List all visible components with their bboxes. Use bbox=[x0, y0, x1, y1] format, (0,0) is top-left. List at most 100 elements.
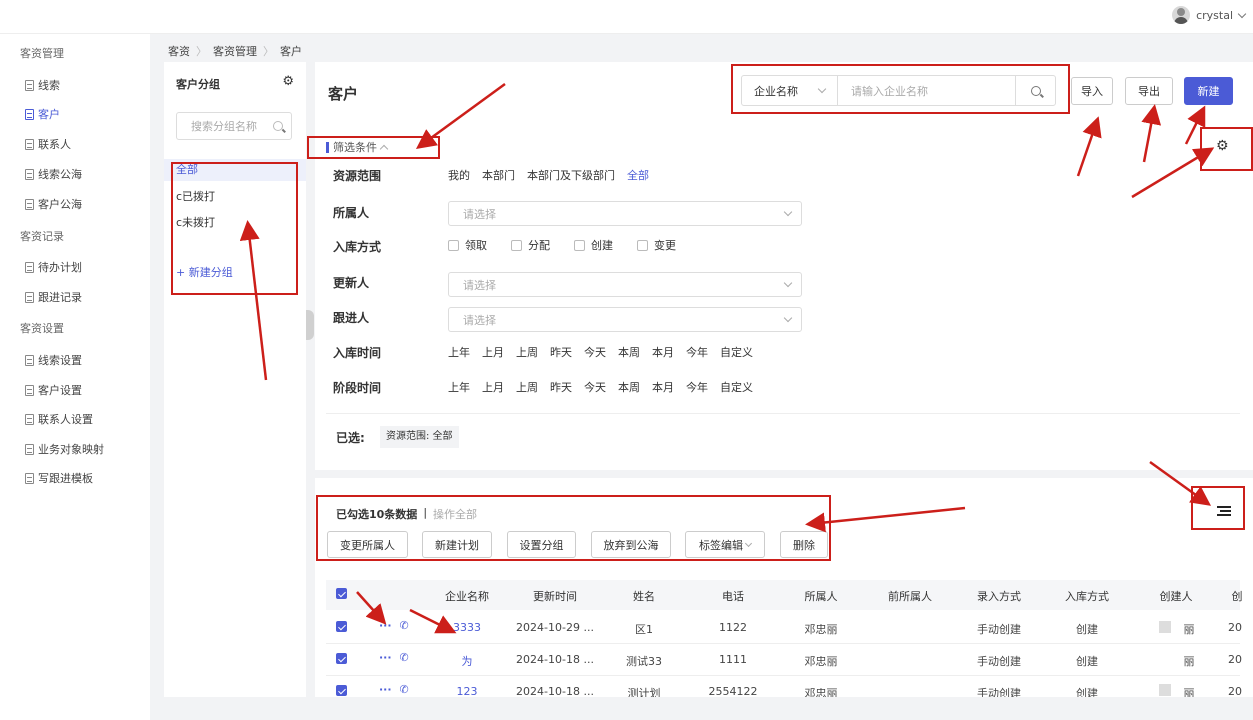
col-name[interactable]: 姓名 bbox=[633, 588, 655, 604]
group-search-input[interactable]: 搜索分组名称 bbox=[176, 112, 292, 140]
select-all-checkbox[interactable] bbox=[336, 588, 347, 599]
new-button[interactable]: 新建 bbox=[1184, 77, 1233, 105]
row-ops: ··· ✆ bbox=[379, 619, 409, 632]
time-option[interactable]: 昨天 bbox=[550, 344, 572, 360]
col-entry-method[interactable]: 入库方式 bbox=[1065, 588, 1109, 604]
row-divider bbox=[326, 675, 1240, 676]
sidebar bbox=[0, 34, 150, 720]
user-menu[interactable]: crystal bbox=[1172, 6, 1247, 24]
chosen-tag[interactable]: 资源范围: 全部 bbox=[380, 426, 459, 448]
row-checkbox[interactable] bbox=[336, 621, 347, 632]
scope-option-mine[interactable]: 我的 bbox=[448, 167, 470, 183]
sidebar-item-todo-plans[interactable]: 待办计划 bbox=[25, 259, 82, 275]
time-option[interactable]: 上月 bbox=[482, 344, 504, 360]
cell-company[interactable]: 为 bbox=[462, 653, 473, 669]
col-created[interactable]: 创 bbox=[1232, 588, 1243, 604]
time-option[interactable]: 上周 bbox=[516, 344, 538, 360]
sidebar-item-follow-template[interactable]: 写跟进模板 bbox=[25, 470, 93, 486]
time-option[interactable]: 本周 bbox=[618, 379, 640, 395]
time-option[interactable]: 本周 bbox=[618, 344, 640, 360]
owner-select[interactable]: 请选择 bbox=[448, 201, 802, 226]
time-option[interactable]: 今年 bbox=[686, 344, 708, 360]
time-option[interactable]: 今天 bbox=[584, 344, 606, 360]
sidebar-item-leads[interactable]: 线索 bbox=[25, 77, 60, 93]
time-option[interactable]: 上年 bbox=[448, 344, 470, 360]
updater-select[interactable]: 请选择 bbox=[448, 272, 802, 297]
time-option[interactable]: 上周 bbox=[516, 379, 538, 395]
time-option[interactable]: 本月 bbox=[652, 379, 674, 395]
group-panel-title: 客户分组 bbox=[176, 78, 220, 91]
time-option[interactable]: 上月 bbox=[482, 379, 504, 395]
filter-label-owner: 所属人 bbox=[333, 206, 370, 220]
checkbox[interactable] bbox=[637, 239, 648, 251]
row-checkbox[interactable] bbox=[336, 685, 347, 696]
breadcrumb-separator: 〉 bbox=[196, 45, 207, 58]
sidebar-item-contacts[interactable]: 联系人 bbox=[25, 136, 71, 152]
sidebar-item-follow-records[interactable]: 跟进记录 bbox=[25, 289, 82, 305]
col-creator[interactable]: 创建人 bbox=[1160, 588, 1193, 604]
scope-option-department[interactable]: 本部门 bbox=[482, 167, 515, 183]
filter-label-follower: 跟进人 bbox=[333, 311, 370, 325]
time-option[interactable]: 昨天 bbox=[550, 379, 572, 395]
export-button[interactable]: 导出 bbox=[1125, 77, 1173, 105]
cell-owner: 邓忠丽 bbox=[804, 623, 838, 636]
sidebar-item-contact-settings[interactable]: 联系人设置 bbox=[25, 411, 93, 427]
time-option[interactable]: 自定义 bbox=[720, 379, 753, 395]
phone-icon[interactable]: ✆ bbox=[400, 619, 409, 632]
more-icon[interactable]: ··· bbox=[379, 619, 392, 632]
checkbox-assign[interactable]: 分配 bbox=[511, 237, 550, 253]
sidebar-item-customers[interactable]: 客户 bbox=[25, 106, 60, 122]
checkbox[interactable] bbox=[511, 239, 522, 251]
sidebar-item-lead-pool[interactable]: 线索公海 bbox=[25, 166, 82, 182]
breadcrumb-item[interactable]: 客资管理 bbox=[213, 43, 257, 59]
row-checkbox[interactable] bbox=[336, 653, 347, 664]
phone-icon[interactable]: ✆ bbox=[400, 651, 409, 664]
scope-option-all[interactable]: 全部 bbox=[627, 167, 649, 183]
checkbox-claim[interactable]: 领取 bbox=[448, 237, 487, 253]
more-icon[interactable]: ··· bbox=[379, 651, 392, 664]
more-icon[interactable]: ··· bbox=[379, 683, 392, 696]
filter-label-entry-time: 入库时间 bbox=[333, 346, 382, 360]
col-phone[interactable]: 电话 bbox=[722, 588, 744, 604]
col-input-method[interactable]: 录入方式 bbox=[977, 588, 1021, 604]
time-option[interactable]: 今年 bbox=[686, 379, 708, 395]
time-option[interactable]: 自定义 bbox=[720, 344, 753, 360]
phone-icon[interactable]: ✆ bbox=[400, 683, 409, 696]
time-option[interactable]: 本月 bbox=[652, 344, 674, 360]
checkbox[interactable] bbox=[448, 239, 459, 251]
time-option[interactable]: 今天 bbox=[584, 379, 606, 395]
checkbox-change[interactable]: 变更 bbox=[637, 237, 676, 253]
checkbox-label: 分配 bbox=[528, 239, 550, 252]
document-icon bbox=[25, 443, 34, 455]
sidebar-item-customer-settings[interactable]: 客户设置 bbox=[25, 382, 82, 398]
cell-name: 区1 bbox=[635, 623, 653, 636]
sidebar-item-customer-pool[interactable]: 客户公海 bbox=[25, 196, 82, 212]
checkbox-label: 变更 bbox=[654, 239, 676, 252]
time-option[interactable]: 上年 bbox=[448, 379, 470, 395]
sidebar-item-lead-settings[interactable]: 线索设置 bbox=[25, 352, 82, 368]
cell-entry-method: 创建 bbox=[1076, 623, 1098, 636]
filter-card bbox=[315, 62, 1253, 470]
sidebar-item-object-mapping[interactable]: 业务对象映射 bbox=[25, 441, 104, 457]
scope-option-department-and-sub[interactable]: 本部门及下级部门 bbox=[527, 167, 615, 183]
sidebar-item-label: 线索公海 bbox=[38, 168, 82, 181]
document-icon bbox=[25, 472, 34, 484]
document-icon bbox=[25, 384, 34, 396]
chevron-down-icon bbox=[783, 278, 793, 288]
col-company[interactable]: 企业名称 bbox=[445, 588, 489, 604]
row-ops: ··· ✆ bbox=[379, 683, 409, 696]
checkbox-create[interactable]: 创建 bbox=[574, 237, 613, 253]
import-button[interactable]: 导入 bbox=[1071, 77, 1113, 105]
collapse-handle[interactable] bbox=[306, 310, 314, 340]
filter-label-stage-time: 阶段时间 bbox=[333, 381, 382, 395]
checkbox[interactable] bbox=[574, 239, 585, 251]
cell-updated: 2024-10-18 ... bbox=[516, 653, 594, 666]
breadcrumb-separator: 〉 bbox=[263, 45, 274, 58]
follower-select[interactable]: 请选择 bbox=[448, 307, 802, 332]
col-owner[interactable]: 所属人 bbox=[805, 588, 838, 604]
cell-company[interactable]: 3333 bbox=[453, 621, 481, 634]
breadcrumb-item[interactable]: 客资 bbox=[168, 43, 190, 59]
gear-icon[interactable]: ⚙ bbox=[282, 74, 294, 89]
col-prev-owner[interactable]: 前所属人 bbox=[888, 588, 932, 604]
col-updated[interactable]: 更新时间 bbox=[533, 588, 577, 604]
